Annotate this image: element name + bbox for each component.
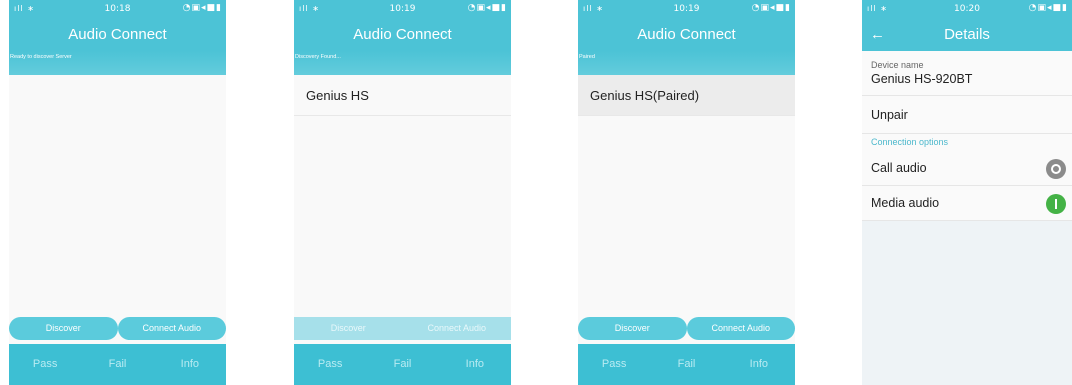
section-header: Connection options [862,134,1072,151]
app-title: Audio Connect [578,19,795,51]
screen-ready: ıll ∗ 10:18 ◔▣◂■▮ Audio Connect Ready to… [9,0,226,385]
discover-button[interactable]: Discover [294,317,403,340]
signal-bluetooth-icon: ıll ∗ [867,4,888,13]
discover-button[interactable]: Discover [578,317,687,340]
status-message: Paired [578,51,795,75]
media-audio-toggle-icon[interactable] [1046,194,1066,214]
discover-button[interactable]: Discover [9,317,118,340]
list-item[interactable]: Genius HS(Paired) [578,75,795,116]
pass-button[interactable]: Pass [294,344,366,385]
list-item[interactable]: Genius HS [294,75,511,116]
status-icons: ◔▣◂■▮ [751,3,791,13]
app-title: Audio Connect [9,19,226,51]
call-audio-row[interactable]: Call audio [862,151,1072,186]
page-title: Details [944,26,990,43]
signal-bluetooth-icon: ıll ∗ [583,4,604,13]
device-list: Genius HS [294,75,511,313]
screen-discovery: ıll ∗ 10:19 ◔▣◂■▮ Audio Connect Discover… [294,0,511,385]
status-icons: ◔▣◂■▮ [182,3,222,13]
status-bar: ıll ∗ 10:20 ◔▣◂■▮ [862,0,1072,19]
call-audio-label: Call audio [871,161,927,175]
app-title: Audio Connect [294,19,511,51]
device-list [9,75,226,313]
status-time: 10:20 [954,4,980,14]
fail-button[interactable]: Fail [81,344,153,385]
back-arrow-icon[interactable]: ← [870,19,885,51]
footer-bar: Pass Fail Info [9,344,226,385]
unpair-button[interactable]: Unpair [862,96,1072,134]
connect-audio-button[interactable]: Connect Audio [402,317,511,340]
connect-audio-button[interactable]: Connect Audio [117,317,226,340]
footer-bar: Pass Fail Info [578,344,795,385]
status-time: 10:19 [673,4,700,14]
pass-button[interactable]: Pass [9,344,81,385]
screen-details: ıll ∗ 10:20 ◔▣◂■▮ ← Details Device name … [862,0,1072,385]
signal-bluetooth-icon: ıll ∗ [299,4,320,13]
button-row: Discover Connect Audio [294,313,511,344]
media-audio-label: Media audio [871,196,940,210]
media-audio-row[interactable]: Media audio [862,186,1072,221]
device-name-value: Genius HS-920BT [871,72,973,86]
status-icons: ◔▣◂■▮ [1028,3,1068,13]
status-time: 10:18 [104,4,131,14]
fail-button[interactable]: Fail [650,344,722,385]
status-message: Ready to discover Server [9,51,226,75]
signal-bluetooth-icon: ıll ∗ [14,4,35,13]
info-button[interactable]: Info [723,344,795,385]
details-header: ← Details [862,19,1072,51]
button-row: Discover Connect Audio [9,313,226,344]
status-bar: ıll ∗ 10:19 ◔▣◂■▮ [294,0,511,19]
button-row: Discover Connect Audio [578,313,795,344]
status-bar: ıll ∗ 10:19 ◔▣◂■▮ [578,0,795,19]
status-bar: ıll ∗ 10:18 ◔▣◂■▮ [9,0,226,19]
device-list: Genius HS(Paired) [578,75,795,313]
fail-button[interactable]: Fail [366,344,438,385]
status-icons: ◔▣◂■▮ [467,3,507,13]
connect-audio-button[interactable]: Connect Audio [686,317,795,340]
screen-paired: ıll ∗ 10:19 ◔▣◂■▮ Audio Connect Paired G… [578,0,795,385]
device-name-row[interactable]: Device name Genius HS-920BT [862,51,1072,96]
call-audio-toggle-icon[interactable] [1046,159,1066,179]
info-button[interactable]: Info [154,344,226,385]
status-message: Discovery Found... [294,51,511,75]
info-button[interactable]: Info [439,344,511,385]
footer-bar: Pass Fail Info [294,344,511,385]
status-time: 10:19 [389,4,416,14]
pass-button[interactable]: Pass [578,344,650,385]
device-name-label: Device name [871,60,924,70]
